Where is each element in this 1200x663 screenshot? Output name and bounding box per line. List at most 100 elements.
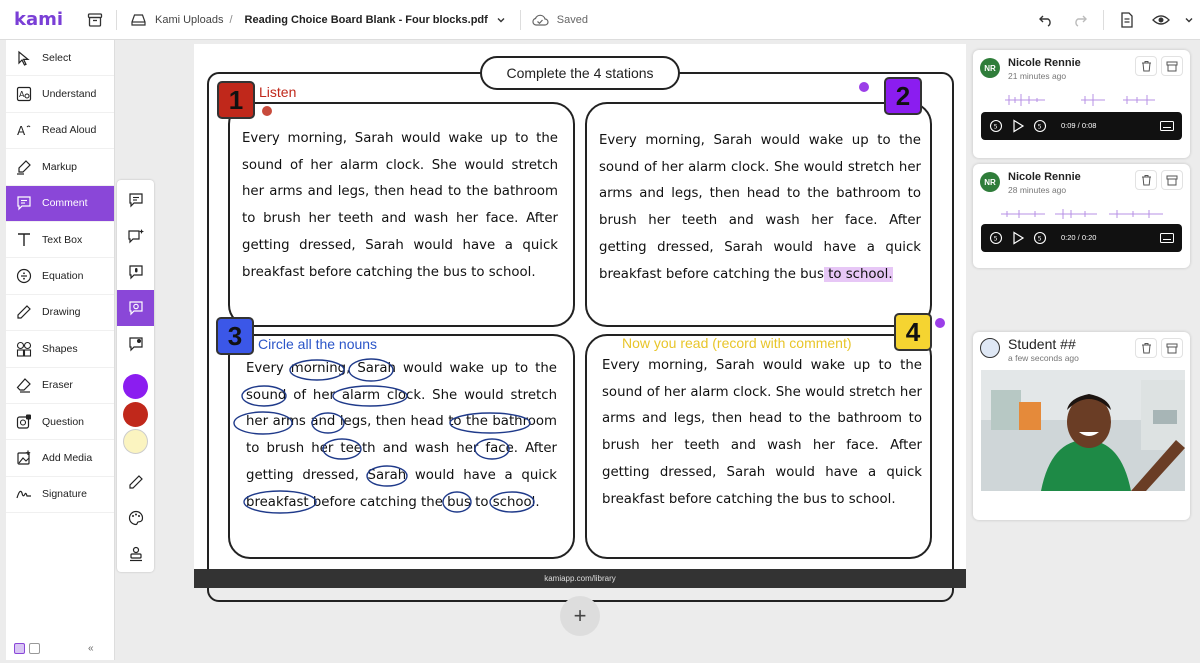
archive-icon [1166,61,1178,71]
highlighter-icon [17,160,31,175]
equation-icon [16,268,32,284]
tool-sidebar: Select A Understand A Read Aloud Markup … [6,40,115,660]
audio-comment-marker-red[interactable] [262,106,272,116]
archive-icon[interactable] [84,9,106,31]
tool-text-box[interactable]: Text Box [6,222,114,259]
color-swatch-cream[interactable] [123,429,148,454]
color-swatch-red[interactable] [123,402,148,427]
archive-comment-button[interactable] [1161,56,1183,76]
station-3-passage: Every morning, Sarah would wake up to th… [246,361,557,510]
play-icon[interactable] [1011,231,1025,245]
svg-text:5: 5 [994,236,998,243]
play-icon[interactable] [1011,119,1025,133]
svg-text:5: 5 [1038,236,1042,243]
dictionary-icon: A [16,86,32,102]
delete-comment-button[interactable] [1135,338,1157,358]
audio-comment-button[interactable] [117,254,154,290]
video-comment-marker-purple[interactable] [935,318,945,328]
tool-shapes[interactable]: Shapes [6,331,114,368]
rewind-5-icon[interactable]: 5 [989,231,1003,245]
forward-5-icon[interactable]: 5 [1033,231,1047,245]
comment-card[interactable]: NR Nicole Rennie 21 minutes ago 5 5 0:09… [973,50,1190,158]
ai-comment-button[interactable] [117,218,154,254]
palette-button[interactable] [117,500,154,536]
video-comment-icon [128,301,143,316]
tool-drawing[interactable]: Drawing [6,295,114,332]
tool-add-media[interactable]: Add Media [6,440,114,477]
audio-player[interactable]: 5 5 0:20 / 0:20 [981,224,1182,252]
svg-text:A: A [17,124,26,138]
sidebar-footer: « [14,643,94,654]
screen-comment-icon [128,337,143,352]
document-page[interactable]: Complete the 4 stations 1 Listen Every m… [194,44,966,602]
stamp-button[interactable] [117,536,154,572]
tool-understand[interactable]: A Understand [6,76,114,113]
highlighted-text[interactable]: to school. [823,266,893,282]
delete-comment-button[interactable] [1135,56,1157,76]
tool-label: Read Aloud [42,124,97,137]
tool-comment[interactable]: Comment [6,185,114,222]
layout-toggle-icon[interactable] [14,643,25,654]
comment-author: Nicole Rennie [1008,57,1081,69]
redo-icon[interactable] [1069,9,1091,31]
undo-icon[interactable] [1035,9,1057,31]
chevron-down-icon[interactable] [490,9,512,31]
forward-5-icon[interactable]: 5 [1033,119,1047,133]
svg-text:A: A [19,90,25,99]
captions-icon[interactable] [1160,121,1174,131]
tool-equation[interactable]: Equation [6,258,114,295]
breadcrumb-separator: / [229,13,233,26]
station-number-4: 4 [894,313,932,351]
top-toolbar: kami Kami Uploads / Reading Choice Board… [0,0,1200,40]
document-title[interactable]: Reading Choice Board Blank - Four blocks… [245,14,488,26]
eye-icon[interactable] [1150,9,1172,31]
color-swatch-purple[interactable] [123,374,148,399]
tool-label: Equation [42,270,84,283]
text-comment-icon [128,193,143,208]
instruction-banner: Complete the 4 stations [480,56,680,90]
tool-read-aloud[interactable]: A Read Aloud [6,113,114,150]
text-comment-button[interactable] [117,182,154,218]
add-page-button[interactable]: + [560,596,600,636]
chevron-down-icon[interactable] [1184,9,1194,31]
document-outline-icon[interactable] [1116,9,1138,31]
kami-logo[interactable]: kami [14,9,80,30]
tool-label: Text Box [42,233,83,246]
tool-eraser[interactable]: Eraser [6,368,114,404]
comment-icon [17,196,31,211]
tool-signature[interactable]: Signature [6,477,114,514]
trash-icon [1141,175,1151,186]
tool-label: Drawing [42,306,81,319]
cursor-icon [18,50,30,66]
tool-markup[interactable]: Markup [6,149,114,186]
archive-comment-button[interactable] [1161,170,1183,190]
eraser-icon [16,378,31,393]
screen-comment-button[interactable] [117,326,154,362]
rewind-5-icon[interactable]: 5 [989,119,1003,133]
tool-question[interactable]: Question [6,404,114,441]
breadcrumb-folder[interactable]: Kami Uploads [155,14,223,26]
pen-button[interactable] [117,464,154,500]
delete-comment-button[interactable] [1135,170,1157,190]
tool-select[interactable]: Select [6,40,114,77]
video-thumbnail[interactable] [981,370,1185,491]
question-icon [16,414,31,429]
video-comment-button[interactable] [117,290,154,326]
comment-time: 28 minutes ago [1008,185,1067,195]
svg-text:5: 5 [1038,124,1042,131]
archive-comment-button[interactable] [1161,338,1183,358]
station-1-passage: Every morning, Sarah would wake up to th… [242,131,558,280]
audio-comment-marker-purple[interactable] [859,82,869,92]
station-label-3: Circle all the nouns [258,336,378,352]
stamp-icon [129,546,142,562]
ai-comment-icon [127,229,144,244]
comment-card[interactable]: NR Nicole Rennie 28 minutes ago 5 5 0:20… [973,164,1190,268]
collapse-sidebar-icon[interactable]: « [88,643,94,654]
comment-card[interactable]: Student ## a few seconds ago [973,332,1190,520]
audio-player[interactable]: 5 5 0:09 / 0:08 [981,112,1182,140]
media-icon [17,450,31,465]
comment-subtoolbar [117,180,154,572]
layout-toggle-icon[interactable] [29,643,40,654]
palette-icon [128,510,143,526]
captions-icon[interactable] [1160,233,1174,243]
